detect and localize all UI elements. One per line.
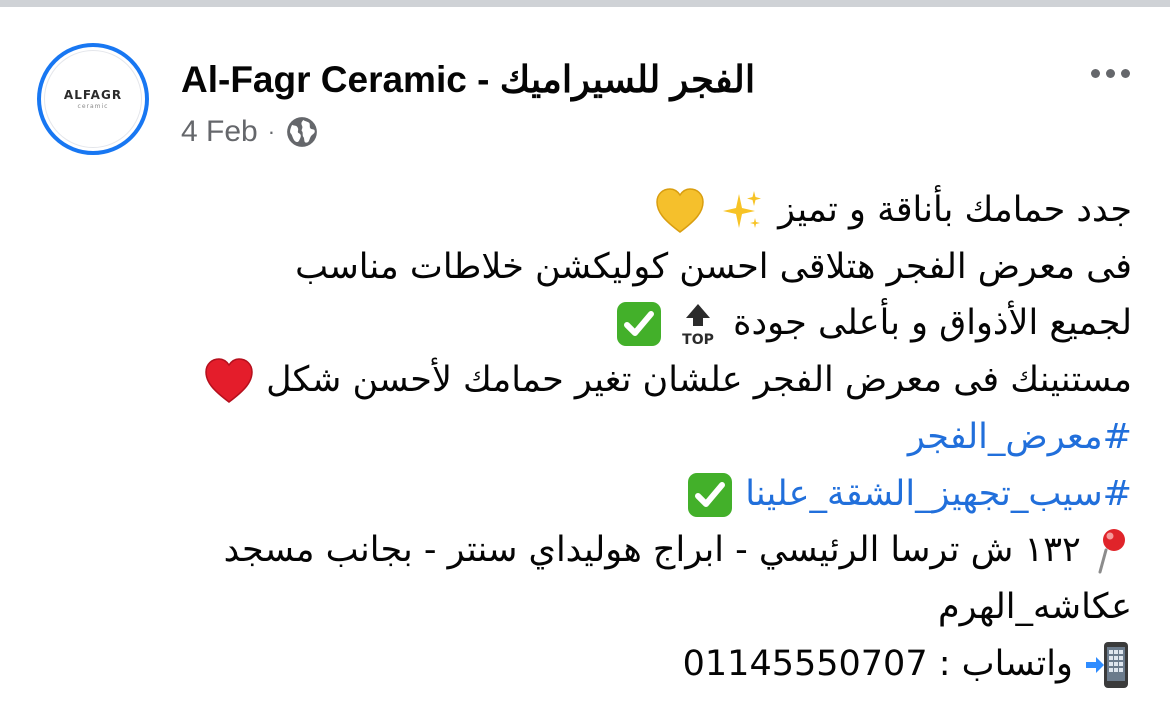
round-pushpin-icon — [1098, 529, 1125, 574]
red-heart-icon — [205, 358, 253, 404]
check-mark-button-icon — [688, 472, 733, 517]
mobile-phone-with-arrow-icon — [1086, 641, 1128, 688]
post-line: عكاشه_الهرم — [32, 579, 1132, 636]
post-date[interactable]: 4 Feb — [181, 115, 258, 149]
logo-subtext: ceramic — [77, 103, 109, 110]
top-arrow-icon: TOP — [682, 304, 714, 348]
hashtag-text[interactable]: #معرض_الفجر — [908, 417, 1132, 457]
post-line: #سيب_تجهيز_الشقة_علينا — [32, 466, 1132, 523]
post-meta: 4 Feb · — [181, 115, 319, 149]
logo-text: ALFAGR — [63, 88, 123, 102]
post-line: لجميع الأذواق و بأعلى جودة TOP — [32, 295, 1132, 352]
more-dot — [1091, 69, 1100, 78]
more-dot — [1106, 69, 1115, 78]
post-header: ALFAGR ceramic Al-Fagr Ceramic - الفجر ل… — [0, 7, 1170, 167]
post-text: جدد حمامك بأناقة و تميز — [778, 190, 1132, 230]
more-dot — [1121, 69, 1130, 78]
page-avatar[interactable]: ALFAGR ceramic — [37, 43, 149, 155]
sparkles-icon — [722, 191, 761, 228]
post-line: جدد حمامك بأناقة و تميز — [32, 182, 1132, 239]
post-line: مستنينك فى معرض الفجر علشان تغير حمامك ل… — [32, 352, 1132, 409]
post-line: واتساب : 01145550707 — [32, 636, 1132, 693]
post-line: ١٣٢ ش ترسا الرئيسي - ابراج هوليداي سنتر … — [32, 522, 1132, 579]
post-text: عكاشه_الهرم — [938, 586, 1132, 627]
phone-number[interactable]: 01145550707 — [683, 636, 928, 693]
top-divider — [0, 0, 1170, 7]
whatsapp-label: واتساب : — [938, 643, 1073, 684]
post-body: جدد حمامك بأناقة و تميز فى معرض الفجر هت… — [32, 182, 1132, 692]
post-text: فى معرض الفجر هتلاقى احسن كوليكشن خلاطات… — [295, 246, 1132, 287]
hashtag-link[interactable]: #معرض_الفجر — [32, 409, 1132, 466]
check-mark-button-icon — [616, 302, 661, 347]
meta-separator: · — [267, 119, 276, 144]
post-text: مستنينك فى معرض الفجر علشان تغير حمامك ل… — [266, 360, 1132, 401]
hashtag-link[interactable]: #سيب_تجهيز_الشقة_علينا — [745, 474, 1132, 514]
post-text: ١٣٢ ش ترسا الرئيسي - ابراج هوليداي سنتر … — [223, 530, 1081, 571]
post-text: لجميع الأذواق و بأعلى جودة — [733, 303, 1132, 344]
page-name-link[interactable]: Al-Fagr Ceramic - الفجر للسيراميك — [181, 58, 755, 101]
page-logo: ALFAGR ceramic — [45, 51, 141, 147]
more-options-button[interactable] — [1091, 69, 1130, 78]
yellow-heart-icon — [656, 188, 704, 233]
svg-text:TOP: TOP — [682, 332, 714, 348]
globe-icon[interactable] — [285, 115, 319, 149]
post-line: فى معرض الفجر هتلاقى احسن كوليكشن خلاطات… — [32, 239, 1132, 296]
